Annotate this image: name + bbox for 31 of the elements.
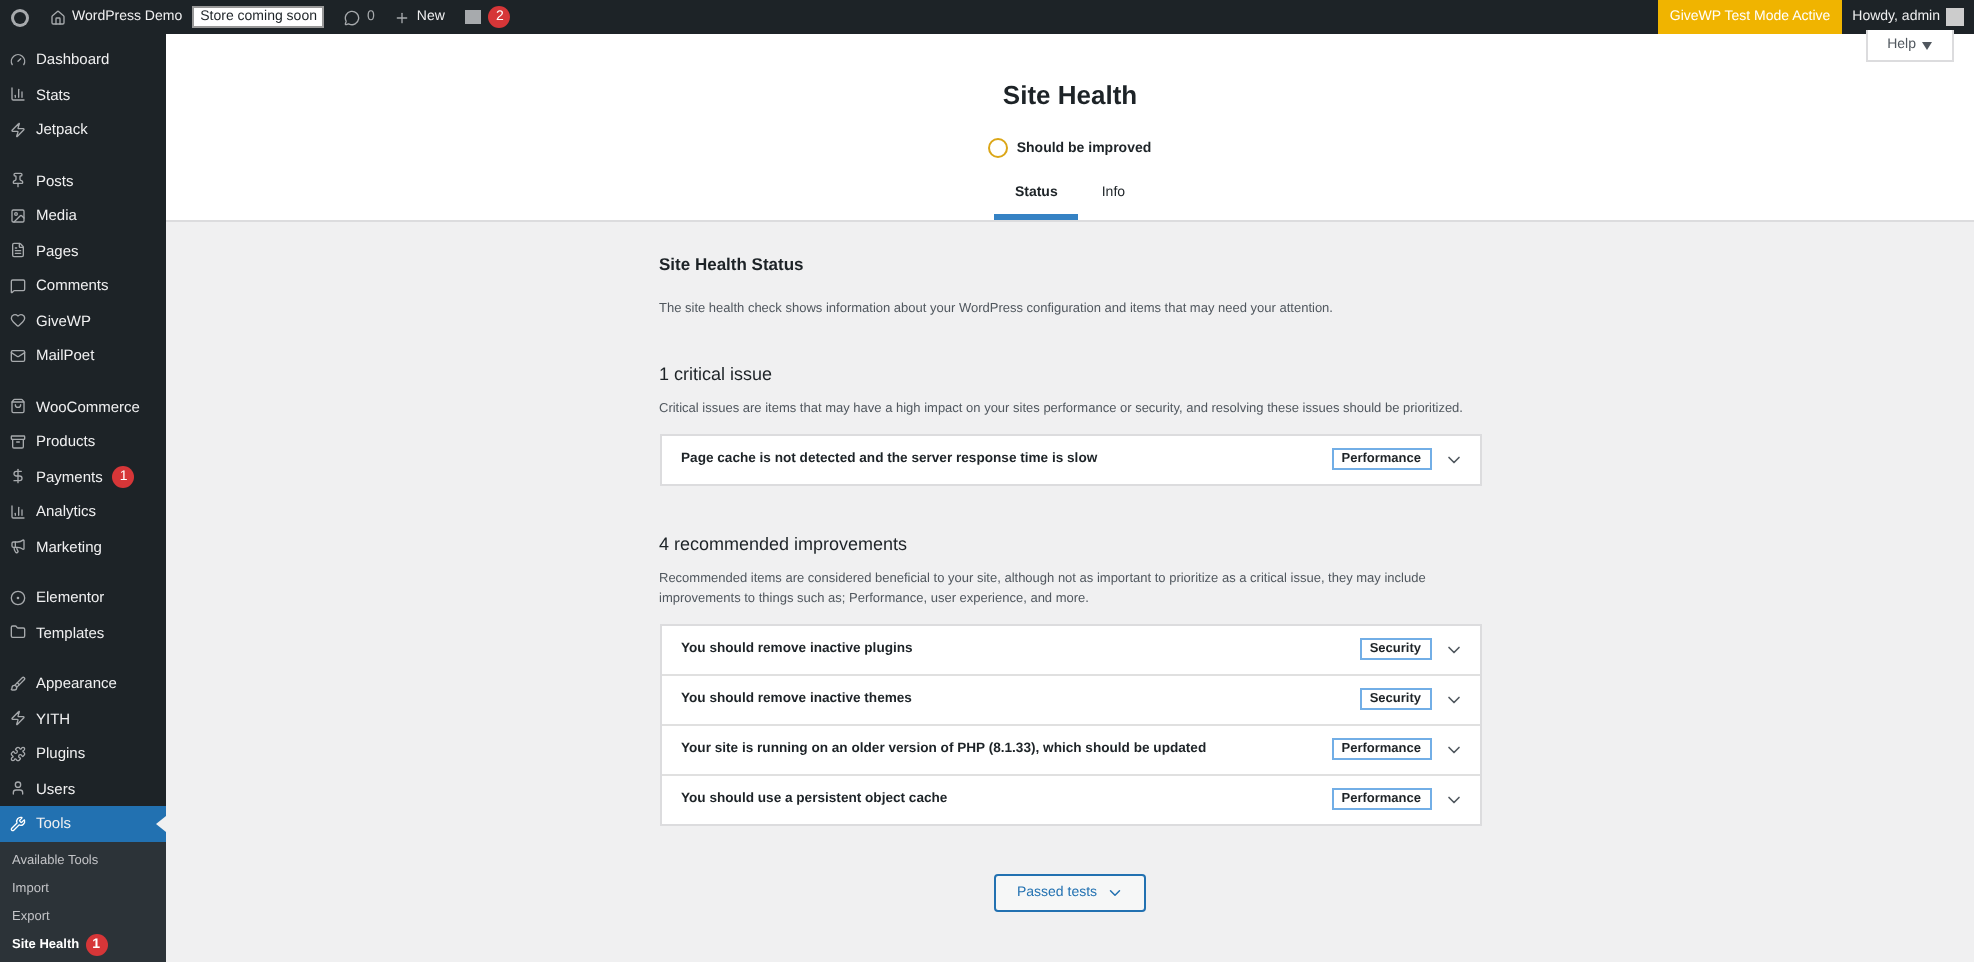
circle-icon (10, 589, 26, 606)
comment-icon[interactable] (344, 9, 361, 25)
lightning-icon (10, 121, 26, 138)
home-icon (50, 9, 66, 25)
plus-icon (394, 9, 411, 25)
puzzle-icon (10, 745, 26, 762)
envelope-icon (10, 347, 26, 364)
bar-chart-icon (10, 503, 26, 520)
pin-icon (10, 172, 26, 189)
caret-icon (1922, 41, 1932, 49)
user-icon (10, 780, 26, 797)
dollar-icon (10, 468, 26, 485)
document-icon (10, 242, 26, 259)
megaphone-icon (10, 538, 26, 555)
lightning-icon (10, 710, 26, 727)
folder-icon (10, 624, 26, 641)
section-title: 1 critical issue (659, 364, 775, 385)
page-title: Site Health (1002, 80, 1138, 110)
brush-icon (10, 675, 26, 692)
gauge-icon (10, 51, 26, 68)
archive-icon (10, 433, 26, 450)
section-title: 4 recommended improvements (659, 533, 910, 554)
shopping-bag-icon (10, 398, 26, 415)
section-title: Site Health Status (659, 254, 806, 274)
speech-bubble-icon (10, 277, 26, 294)
bar-chart-icon (10, 86, 26, 103)
heart-icon (10, 312, 26, 329)
wrench-icon (10, 815, 26, 832)
image-icon (10, 207, 26, 224)
status-ring-icon (988, 138, 1009, 158)
avatar (1946, 8, 1964, 26)
